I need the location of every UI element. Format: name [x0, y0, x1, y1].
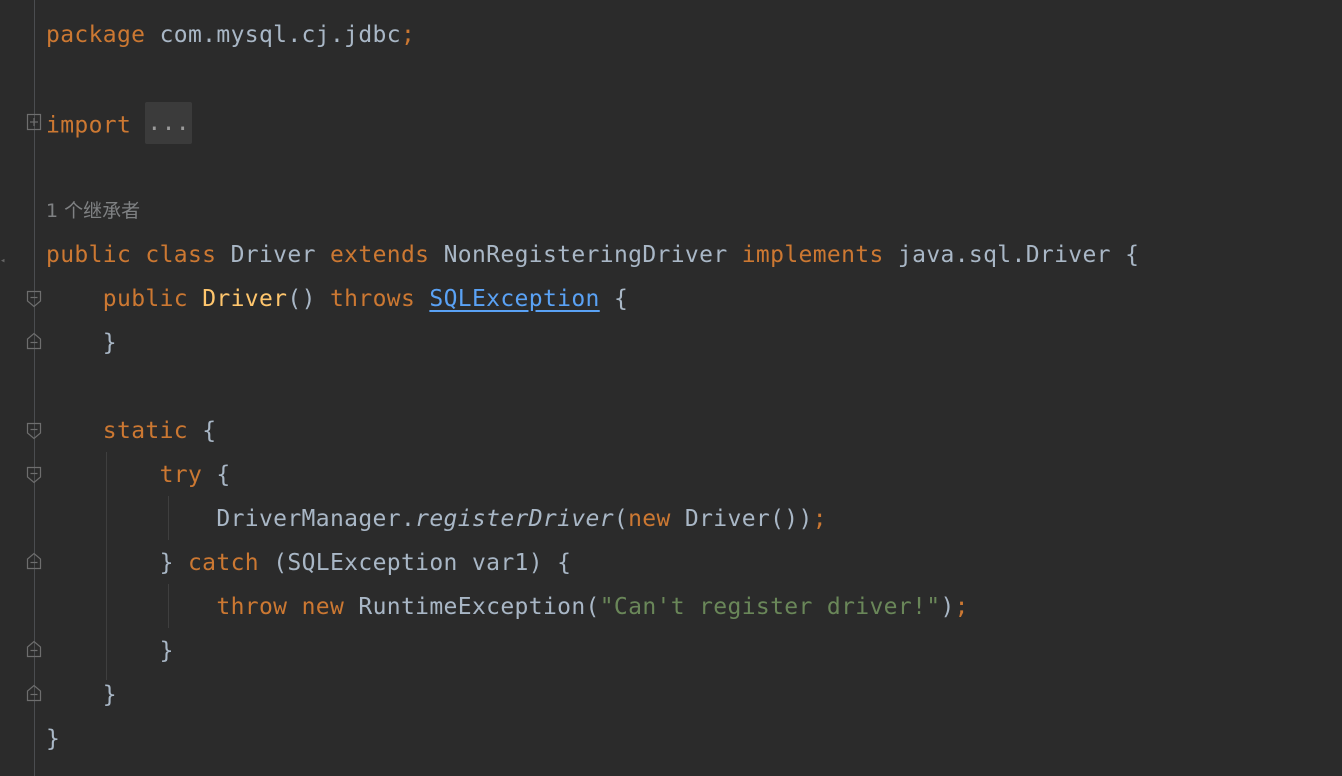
class-reference: RuntimeException(	[358, 594, 600, 620]
keyword: new	[628, 506, 671, 532]
keyword: catch	[187, 550, 259, 576]
code-line-try[interactable]: try {	[46, 460, 231, 490]
paren: )	[940, 594, 955, 620]
catch-params: (SQLException var1) {	[273, 550, 572, 576]
keyword: new	[301, 594, 345, 620]
keyword: public	[46, 242, 132, 268]
class-reference: DriverManager.	[216, 506, 416, 532]
brace: {	[216, 462, 231, 488]
keyword: try	[159, 462, 203, 488]
fold-collapsed-icon[interactable]	[26, 113, 42, 131]
code-line-class-declaration[interactable]: public class Driver extends NonRegisteri…	[46, 240, 1139, 270]
keyword: static	[102, 418, 188, 444]
keyword: import	[46, 112, 132, 139]
code-line-static-block[interactable]: static {	[46, 416, 216, 446]
semicolon: ;	[400, 22, 416, 48]
code-line-import[interactable]: import ...	[46, 102, 192, 144]
fold-open-icon[interactable]	[26, 290, 42, 308]
code-line-close-brace[interactable]: }	[46, 636, 174, 666]
code-line-constructor[interactable]: public Driver() throws SQLException {	[46, 284, 628, 314]
fold-close-icon[interactable]	[26, 640, 42, 658]
string-literal: "Can't register driver!"	[599, 594, 941, 620]
package-name: com.mysql.cj.jdbc	[145, 22, 401, 48]
code-line-catch[interactable]: } catch (SQLException var1) {	[46, 548, 571, 578]
code-line-register-driver[interactable]: DriverManager.registerDriver(new Driver(…	[46, 504, 827, 534]
parens: ()	[287, 286, 316, 312]
brace: }	[46, 726, 61, 752]
semicolon: ;	[954, 594, 969, 620]
keyword: throws	[329, 286, 416, 312]
keyword: public	[102, 286, 188, 312]
keyword: class	[145, 242, 217, 268]
keyword: throw	[216, 594, 288, 620]
brace: }	[102, 330, 117, 356]
brace: }	[159, 638, 174, 664]
gutter-edge-marker-icon: ◂	[0, 256, 6, 266]
code-line-throw[interactable]: throw new RuntimeException("Can't regist…	[46, 592, 969, 622]
brace: }	[159, 550, 174, 576]
class-name: Driver	[230, 242, 316, 268]
code-line-package[interactable]: package com.mysql.cj.jdbc;	[46, 20, 415, 50]
code-line-close-brace[interactable]: }	[46, 680, 117, 710]
folded-imports[interactable]: ...	[145, 102, 192, 144]
fold-close-icon[interactable]	[26, 332, 42, 350]
constructor-call: Driver())	[684, 506, 813, 532]
keyword: extends	[329, 242, 430, 268]
fold-open-icon[interactable]	[26, 466, 42, 484]
keyword: implements	[741, 242, 884, 268]
semicolon: ;	[812, 506, 827, 532]
interface-name: java.sql.Driver	[897, 242, 1111, 268]
fold-close-icon[interactable]	[26, 552, 42, 570]
brace: {	[1125, 242, 1140, 268]
exception-link[interactable]: SQLException	[429, 286, 599, 312]
brace: {	[613, 286, 629, 312]
brace: }	[102, 682, 117, 708]
superclass-name: NonRegisteringDriver	[443, 242, 728, 268]
code-line-close-brace[interactable]: }	[46, 328, 117, 358]
code-line-close-brace[interactable]: }	[46, 724, 60, 754]
keyword: package	[46, 22, 146, 48]
fold-open-icon[interactable]	[26, 422, 42, 440]
constructor-name: Driver	[202, 286, 288, 312]
method-name: registerDriver	[415, 506, 614, 532]
fold-close-icon[interactable]	[26, 684, 42, 702]
inheritors-hint[interactable]: 1 个继承者	[46, 198, 140, 224]
paren: (	[613, 506, 629, 532]
brace: {	[202, 418, 217, 444]
code-editor[interactable]: ◂ package com.mysql.cj.jdbc; import ... …	[0, 0, 1342, 776]
